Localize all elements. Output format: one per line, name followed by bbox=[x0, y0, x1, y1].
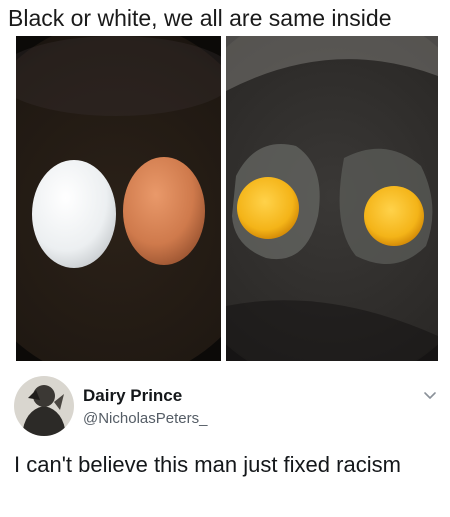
whole-eggs-photo bbox=[16, 36, 221, 361]
meme-caption: Black or white, we all are same inside bbox=[8, 5, 392, 31]
whole-eggs-illustration bbox=[16, 36, 221, 361]
tweet-text: I can't believe this man just fixed raci… bbox=[14, 452, 401, 477]
white-egg bbox=[32, 160, 116, 268]
avatar[interactable] bbox=[14, 376, 74, 436]
author-name[interactable]: Dairy Prince bbox=[83, 386, 182, 406]
tweet-header: Dairy Prince @NicholasPeters_ bbox=[14, 376, 440, 440]
avatar-image bbox=[14, 376, 74, 436]
fried-eggs-illustration bbox=[226, 36, 438, 361]
author-handle[interactable]: @NicholasPeters_ bbox=[83, 410, 207, 427]
yolk-right bbox=[364, 186, 424, 246]
brown-egg bbox=[123, 157, 205, 265]
chevron-down-icon[interactable] bbox=[422, 388, 438, 404]
fried-eggs-photo bbox=[226, 36, 438, 361]
yolk-left bbox=[237, 177, 299, 239]
